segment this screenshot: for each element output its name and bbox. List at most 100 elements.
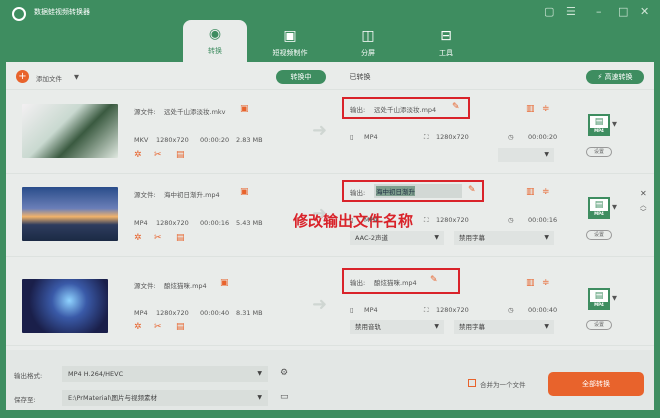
subtitle-value: 禁用字幕: [459, 323, 485, 331]
subtitle-select[interactable]: 禁用字幕 ▼: [454, 320, 554, 334]
source-filename: 海中初日渐升.mp4: [164, 191, 220, 199]
format-dropdown-icon[interactable]: ▼: [612, 294, 617, 302]
source-label: 源文件:: [134, 191, 156, 199]
toolbox-icon: ⊟: [440, 28, 452, 44]
save-to-label: 保存至:: [14, 396, 36, 404]
settings-button[interactable]: 设置: [586, 147, 612, 157]
add-file-button[interactable]: 添加文件: [36, 73, 62, 83]
fast-convert-button[interactable]: ⚡ 高速转换: [586, 70, 644, 84]
subtitle-icon[interactable]: ▥: [526, 278, 535, 288]
output-format-select[interactable]: MP4 H.264/HEVC ▼: [62, 366, 268, 382]
cut-icon[interactable]: ✂: [154, 150, 162, 160]
output-filename[interactable]: 酿炫猫咪.mp4: [374, 277, 417, 287]
tv-icon: ▣: [283, 28, 297, 44]
feedback-icon[interactable]: ▢: [544, 5, 554, 18]
remove-icon[interactable]: ✕: [640, 189, 647, 198]
output-name-box[interactable]: 输出: 海中初日渐升 ✎: [342, 180, 484, 202]
source-label: 源文件:: [134, 282, 156, 290]
output-format-badge[interactable]: ▤ MP4: [588, 197, 610, 219]
cut-icon[interactable]: ✂: [154, 322, 162, 332]
chevron-down-icon: ▼: [544, 151, 549, 158]
enhance-icon[interactable]: ✲: [134, 322, 142, 332]
subtitle-select[interactable]: 禁用字幕 ▼: [454, 231, 554, 245]
subtitle-icon[interactable]: ▥: [526, 187, 535, 197]
compress-icon[interactable]: ≑: [542, 278, 550, 288]
audio-select[interactable]: AAC-2声道 ▼: [350, 231, 444, 245]
audio-value: 禁用音轨: [355, 323, 381, 331]
bottom-bar: 输出格式: MP4 H.264/HEVC ▼ ⚙ 保存至: E:\PrMateri…: [6, 350, 654, 410]
output-format: MP4: [364, 306, 378, 314]
cut-icon[interactable]: ✂: [154, 233, 162, 243]
subtitle-select[interactable]: ▼: [498, 148, 554, 162]
subtitle-value: 禁用字幕: [459, 234, 485, 242]
compress-icon[interactable]: ≑: [542, 104, 550, 114]
enhance-icon[interactable]: ✲: [134, 233, 142, 243]
output-format-badge[interactable]: ▤ MP4: [588, 288, 610, 310]
minimize-button[interactable]: –: [596, 5, 602, 18]
rename-pencil-icon[interactable]: ✎: [452, 102, 460, 112]
source-format: MP4: [134, 309, 148, 317]
edit-icon[interactable]: ▤: [176, 150, 185, 160]
edit-icon[interactable]: ▤: [176, 233, 185, 243]
output-name-box[interactable]: 输出: 远处千山添淡妆.mp4 ✎: [342, 97, 470, 119]
enhance-icon[interactable]: ✲: [134, 150, 142, 160]
edit-icon[interactable]: ▤: [176, 322, 185, 332]
convert-all-button[interactable]: 全部转换: [548, 372, 644, 396]
info-icon[interactable]: ▣: [220, 278, 229, 288]
tab-converting[interactable]: 转换中: [276, 70, 326, 84]
video-thumbnail[interactable]: [22, 104, 118, 158]
format-settings-icon[interactable]: ⚙: [280, 368, 288, 378]
video-thumbnail[interactable]: [22, 279, 108, 333]
chevron-down-icon: ▼: [257, 370, 262, 377]
source-filename: 酿炫猫咪.mp4: [164, 282, 207, 290]
source-size: 2.83 MB: [236, 136, 263, 144]
source-resolution: 1280x720: [156, 136, 189, 144]
info-icon[interactable]: ▣: [240, 104, 249, 114]
add-file-dropdown[interactable]: ▼: [74, 73, 79, 81]
format-dropdown-icon[interactable]: ▼: [612, 203, 617, 211]
menu-icon[interactable]: ☰: [566, 5, 576, 18]
video-thumbnail[interactable]: [22, 187, 118, 241]
tab-split-screen[interactable]: ◫ 分屏: [336, 22, 400, 62]
settings-button[interactable]: 设置: [586, 320, 612, 330]
output-filename-input[interactable]: 海中初日渐升: [374, 184, 462, 198]
output-filename[interactable]: 远处千山添淡妆.mp4: [374, 104, 436, 114]
merge-checkbox[interactable]: [468, 379, 476, 387]
tab-converted[interactable]: 已转换: [340, 70, 380, 84]
app-title: 数据蛙视频转换器: [34, 8, 90, 16]
format-badge-label: MP4: [590, 211, 608, 217]
output-resolution: 1280x720: [436, 216, 469, 224]
subtitle-icon[interactable]: ▥: [526, 104, 535, 114]
open-folder-icon[interactable]: ▭: [280, 392, 289, 402]
source-format: MP4: [134, 219, 148, 227]
fast-convert-label: 高速转换: [604, 73, 633, 81]
resolution-icon: ⛶: [424, 216, 429, 224]
settings-button[interactable]: 设置: [586, 230, 612, 240]
tab-tools[interactable]: ⊟ 工具: [414, 22, 478, 62]
output-format-badge[interactable]: ▤ MP4: [588, 114, 610, 136]
arrow-right-icon: ➜: [312, 203, 328, 224]
add-file-icon[interactable]: +: [16, 70, 29, 83]
save-path-select[interactable]: E:\PrMaterial\图片与视频素材 ▼: [62, 390, 268, 406]
output-filename-selected: 海中初日渐升: [376, 186, 415, 196]
chevron-down-icon: ▼: [434, 234, 439, 241]
audio-select[interactable]: 禁用音轨 ▼: [350, 320, 444, 334]
source-duration: 00:00:16: [200, 219, 230, 227]
convert-icon: ◉: [208, 26, 222, 42]
chevron-down-icon: ▼: [434, 323, 439, 330]
close-button[interactable]: ✕: [640, 5, 649, 18]
info-icon[interactable]: ▣: [240, 187, 249, 197]
source-duration: 00:00:40: [200, 309, 230, 317]
compress-icon[interactable]: ≑: [542, 187, 550, 197]
tab-convert[interactable]: ◉ 转换: [183, 20, 247, 64]
format-dropdown-icon[interactable]: ▼: [612, 120, 617, 128]
merge-label: 合并为一个文件: [480, 381, 526, 389]
rename-pencil-icon[interactable]: ✎: [430, 275, 438, 285]
move-down-icon[interactable]: ﹀: [640, 206, 647, 216]
rename-pencil-icon[interactable]: ✎: [468, 185, 476, 195]
maximize-button[interactable]: □: [618, 5, 628, 18]
split-screen-icon: ◫: [361, 28, 375, 44]
output-name-box[interactable]: 输出: 酿炫猫咪.mp4 ✎: [342, 268, 460, 294]
audio-value: AAC-2声道: [355, 234, 388, 242]
tab-short-video[interactable]: ▣ 短视频制作: [258, 22, 322, 62]
